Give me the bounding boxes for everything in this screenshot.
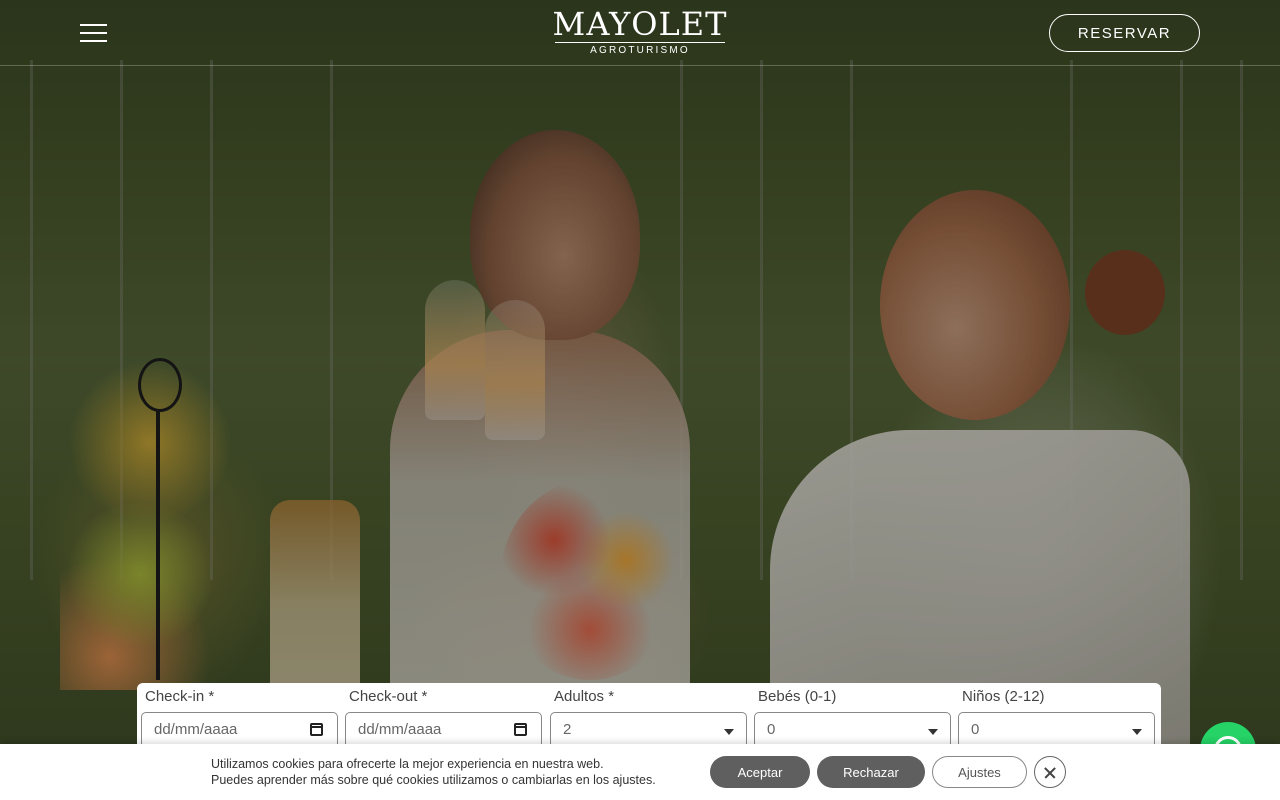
checkin-field: Check-in * dd/mm/aaaa bbox=[141, 687, 338, 748]
logo-name: MAYOLET bbox=[552, 5, 728, 43]
chevron-down-icon bbox=[724, 729, 734, 735]
hamburger-menu-icon[interactable] bbox=[80, 22, 108, 44]
children-field: Niños (2-12) 0 bbox=[958, 687, 1155, 748]
checkin-placeholder: dd/mm/aaaa bbox=[154, 721, 238, 738]
children-value: 0 bbox=[971, 721, 980, 738]
adults-label: Adultos * bbox=[554, 688, 615, 705]
children-select[interactable]: 0 bbox=[958, 712, 1155, 748]
checkin-label: Check-in * bbox=[145, 688, 215, 705]
chevron-down-icon bbox=[928, 729, 938, 735]
reject-cookies-button[interactable]: Rechazar bbox=[817, 756, 925, 788]
babies-value: 0 bbox=[767, 721, 776, 738]
children-label: Niños (2-12) bbox=[962, 688, 1045, 705]
calendar-icon[interactable] bbox=[514, 723, 527, 736]
logo[interactable]: MAYOLET AGROTURISMO bbox=[540, 6, 740, 56]
checkout-input[interactable]: dd/mm/aaaa bbox=[345, 712, 542, 748]
cookie-banner: Utilizamos cookies para ofrecerte la mej… bbox=[0, 744, 1280, 800]
babies-field: Bebés (0-1) 0 bbox=[754, 687, 951, 748]
checkout-field: Check-out * dd/mm/aaaa bbox=[345, 687, 542, 748]
accept-cookies-button[interactable]: Aceptar bbox=[710, 756, 810, 788]
cookie-message: Utilizamos cookies para ofrecerte la mej… bbox=[211, 756, 656, 788]
adults-value: 2 bbox=[563, 721, 572, 738]
babies-select[interactable]: 0 bbox=[754, 712, 951, 748]
checkout-placeholder: dd/mm/aaaa bbox=[358, 721, 442, 738]
cookie-message-line-1: Utilizamos cookies para ofrecerte la mej… bbox=[211, 757, 604, 771]
adults-field: Adultos * 2 bbox=[550, 687, 747, 748]
reserve-button[interactable]: RESERVAR bbox=[1049, 14, 1200, 52]
checkout-label: Check-out * bbox=[349, 688, 428, 705]
checkin-input[interactable]: dd/mm/aaaa bbox=[141, 712, 338, 748]
cookie-settings-button[interactable]: Ajustes bbox=[932, 756, 1027, 788]
site-header: MAYOLET AGROTURISMO RESERVAR bbox=[0, 0, 1280, 66]
hero-image bbox=[0, 0, 1280, 800]
chevron-down-icon bbox=[1132, 729, 1142, 735]
booking-form: Check-in * dd/mm/aaaa Check-out * dd/mm/… bbox=[137, 683, 1161, 753]
babies-label: Bebés (0-1) bbox=[758, 688, 837, 705]
close-icon[interactable] bbox=[1034, 756, 1066, 788]
cookie-message-line-2: Puedes aprender más sobre qué cookies ut… bbox=[211, 773, 656, 787]
calendar-icon[interactable] bbox=[310, 723, 323, 736]
logo-subtitle: AGROTURISMO bbox=[590, 45, 690, 56]
adults-select[interactable]: 2 bbox=[550, 712, 747, 748]
